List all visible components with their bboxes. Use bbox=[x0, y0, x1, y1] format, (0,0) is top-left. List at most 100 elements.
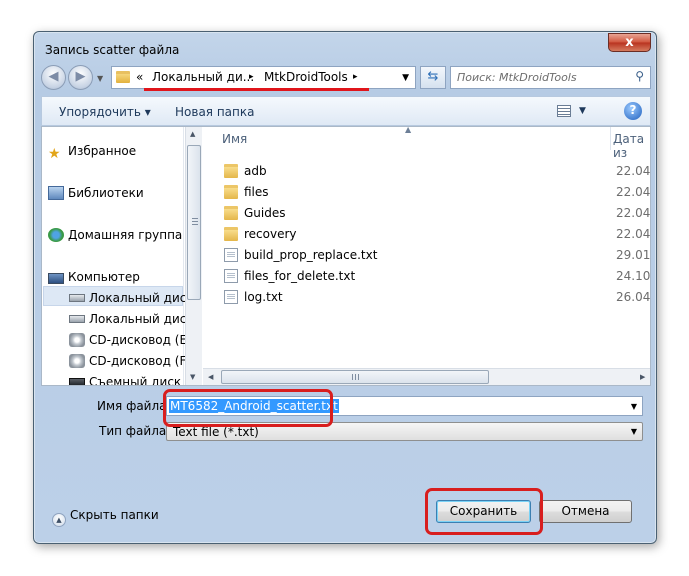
filename-label: Имя файла: bbox=[97, 399, 171, 413]
sidebar-item-favorites[interactable]: ★ Избранное bbox=[48, 144, 136, 164]
sidebar-item-homegroup[interactable]: Домашняя группа bbox=[48, 228, 182, 248]
scrollbar-thumb[interactable] bbox=[187, 145, 201, 300]
filetype-value: Text file (*.txt) bbox=[173, 425, 259, 439]
list-item[interactable]: recovery 22.04.2 bbox=[203, 224, 651, 245]
item-date: 22.04.2 bbox=[616, 227, 651, 241]
search-placeholder: Поиск: MtkDroidTools bbox=[457, 71, 577, 84]
item-name: Guides bbox=[244, 206, 286, 220]
breadcrumb-separator[interactable]: ▸ bbox=[353, 72, 358, 82]
navigation-pane: ★ Избранное Библиотеки Домашняя группа Ко… bbox=[42, 127, 196, 385]
annotation-highlight-save bbox=[425, 488, 543, 535]
chevron-down-icon[interactable]: ▼ bbox=[631, 402, 637, 411]
list-item[interactable]: files_for_delete.txt 24.10.2 bbox=[203, 266, 651, 287]
hard-drive-icon bbox=[69, 315, 85, 323]
hard-drive-icon bbox=[69, 294, 85, 302]
scroll-right-icon[interactable]: ▶ bbox=[640, 373, 645, 381]
scroll-down-icon[interactable]: ▼ bbox=[190, 373, 195, 381]
sidebar-item-label: Локальный диск bbox=[89, 291, 194, 305]
hide-folders-toggle[interactable]: ▲ Скрыть папки bbox=[52, 508, 159, 527]
sidebar-item-label: Библиотеки bbox=[68, 186, 144, 200]
sidebar-item-local-disk-d[interactable]: Локальный диск bbox=[69, 312, 194, 332]
grip-icon bbox=[352, 374, 360, 380]
cancel-button[interactable]: Отмена bbox=[539, 500, 632, 523]
refresh-icon: ⇆ bbox=[427, 69, 439, 84]
item-name: log.txt bbox=[244, 290, 283, 304]
back-button[interactable]: ◀ bbox=[41, 65, 66, 90]
file-list: ▲ Имя Дата из adb 22.04.2 files 22.04.2 … bbox=[203, 127, 651, 367]
item-date: 29.01.2 bbox=[616, 248, 651, 262]
sidebar-item-label: Локальный диск bbox=[89, 312, 194, 326]
breadcrumb-mtkdroidtools[interactable]: MtkDroidTools bbox=[264, 70, 348, 84]
library-icon bbox=[48, 186, 64, 200]
item-date: 26.04.2 bbox=[616, 290, 651, 304]
sidebar-item-cd-drive-e[interactable]: CD-дисковод (E:) bbox=[69, 333, 196, 353]
item-name: files bbox=[244, 185, 269, 199]
cd-drive-icon bbox=[69, 333, 85, 347]
organize-menu-button[interactable]: Упорядочить ▾ bbox=[59, 105, 151, 119]
item-date: 22.04.2 bbox=[616, 185, 651, 199]
dialog-title: Запись scatter файла bbox=[45, 43, 180, 57]
chevron-down-icon[interactable]: ▼ bbox=[631, 427, 637, 436]
search-input[interactable]: Поиск: MtkDroidTools ⚲ bbox=[450, 66, 651, 89]
folder-icon bbox=[224, 206, 238, 220]
sidebar-item-cd-drive-f[interactable]: CD-дисковод (F:) bbox=[69, 354, 194, 374]
close-button[interactable]: x bbox=[608, 33, 651, 52]
folder-icon bbox=[116, 71, 130, 83]
scroll-left-icon[interactable]: ◀ bbox=[208, 373, 213, 381]
recent-pages-dropdown[interactable]: ▼ bbox=[97, 74, 103, 83]
folder-icon bbox=[224, 164, 238, 178]
sidebar-item-label: CD-дисковод (F:) bbox=[89, 354, 195, 368]
sidebar-item-libraries[interactable]: Библиотеки bbox=[48, 186, 144, 206]
column-header-date[interactable]: Дата из bbox=[594, 127, 650, 160]
file-list-scrollbar[interactable]: ◀ ▶ bbox=[203, 368, 650, 385]
item-name: files_for_delete.txt bbox=[244, 269, 356, 283]
column-header-name[interactable]: Имя bbox=[203, 127, 247, 150]
chevron-down-icon[interactable]: ▼ bbox=[402, 73, 409, 83]
breadcrumb-separator[interactable]: ▸ bbox=[249, 72, 254, 82]
cd-drive-icon bbox=[69, 354, 85, 368]
view-dropdown-icon[interactable]: ▼ bbox=[579, 106, 586, 116]
star-icon: ★ bbox=[48, 146, 61, 162]
list-item[interactable]: adb 22.04.2 bbox=[203, 161, 651, 182]
chevron-up-icon: ▲ bbox=[52, 513, 66, 527]
removable-drive-icon bbox=[69, 378, 85, 385]
view-options-icon[interactable] bbox=[557, 105, 571, 117]
navigation-scrollbar[interactable]: ▲ ▼ bbox=[185, 127, 202, 385]
sidebar-item-label: Компьютер bbox=[68, 270, 140, 284]
command-toolbar: Упорядочить ▾ Новая папка ▼ ? bbox=[41, 96, 651, 126]
item-date: 24.10.2 bbox=[616, 269, 651, 283]
scroll-up-icon[interactable]: ▲ bbox=[190, 130, 195, 138]
refresh-button[interactable]: ⇆ bbox=[420, 66, 446, 89]
sidebar-item-removable-drive[interactable]: Съемный диск ( bbox=[69, 375, 190, 386]
browser-pane: ★ Избранное Библиотеки Домашняя группа Ко… bbox=[41, 126, 651, 386]
breadcrumb-local-disk[interactable]: Локальный ди... bbox=[152, 70, 254, 84]
new-folder-button[interactable]: Новая папка bbox=[175, 105, 254, 119]
scrollbar-thumb[interactable] bbox=[221, 370, 489, 384]
item-date: 22.04.2 bbox=[616, 206, 651, 220]
annotation-highlight-filename bbox=[163, 389, 333, 427]
breadcrumb-overflow[interactable]: « bbox=[136, 70, 143, 84]
folder-icon bbox=[224, 185, 238, 199]
filetype-label: Тип файла: bbox=[99, 424, 171, 438]
sidebar-item-computer[interactable]: Компьютер bbox=[48, 270, 140, 290]
item-name: build_prop_replace.txt bbox=[244, 248, 378, 262]
text-file-icon bbox=[224, 269, 238, 283]
list-item[interactable]: Guides 22.04.2 bbox=[203, 203, 651, 224]
sidebar-item-label: Съемный диск ( bbox=[89, 375, 190, 386]
sidebar-item-label: CD-дисковод (E:) bbox=[89, 333, 196, 347]
list-item[interactable]: log.txt 26.04.2 bbox=[203, 287, 651, 308]
item-name: adb bbox=[244, 164, 267, 178]
forward-button[interactable]: ▶ bbox=[68, 65, 93, 90]
address-bar[interactable]: « Локальный ди... ▸ MtkDroidTools ▸ ▼ bbox=[111, 66, 416, 89]
sidebar-item-label: Избранное bbox=[68, 144, 137, 158]
item-date: 22.04.2 bbox=[616, 164, 651, 178]
folder-icon bbox=[224, 227, 238, 241]
help-button[interactable]: ? bbox=[624, 102, 642, 120]
list-item[interactable]: files 22.04.2 bbox=[203, 182, 651, 203]
homegroup-icon bbox=[48, 228, 64, 242]
sidebar-item-local-disk-c[interactable]: Локальный диск bbox=[69, 291, 194, 311]
save-dialog: Запись scatter файла x ◀ ▶ ▼ « Локальный… bbox=[33, 31, 657, 544]
computer-icon bbox=[48, 273, 64, 284]
search-icon[interactable]: ⚲ bbox=[635, 69, 644, 83]
list-item[interactable]: build_prop_replace.txt 29.01.2 bbox=[203, 245, 651, 266]
